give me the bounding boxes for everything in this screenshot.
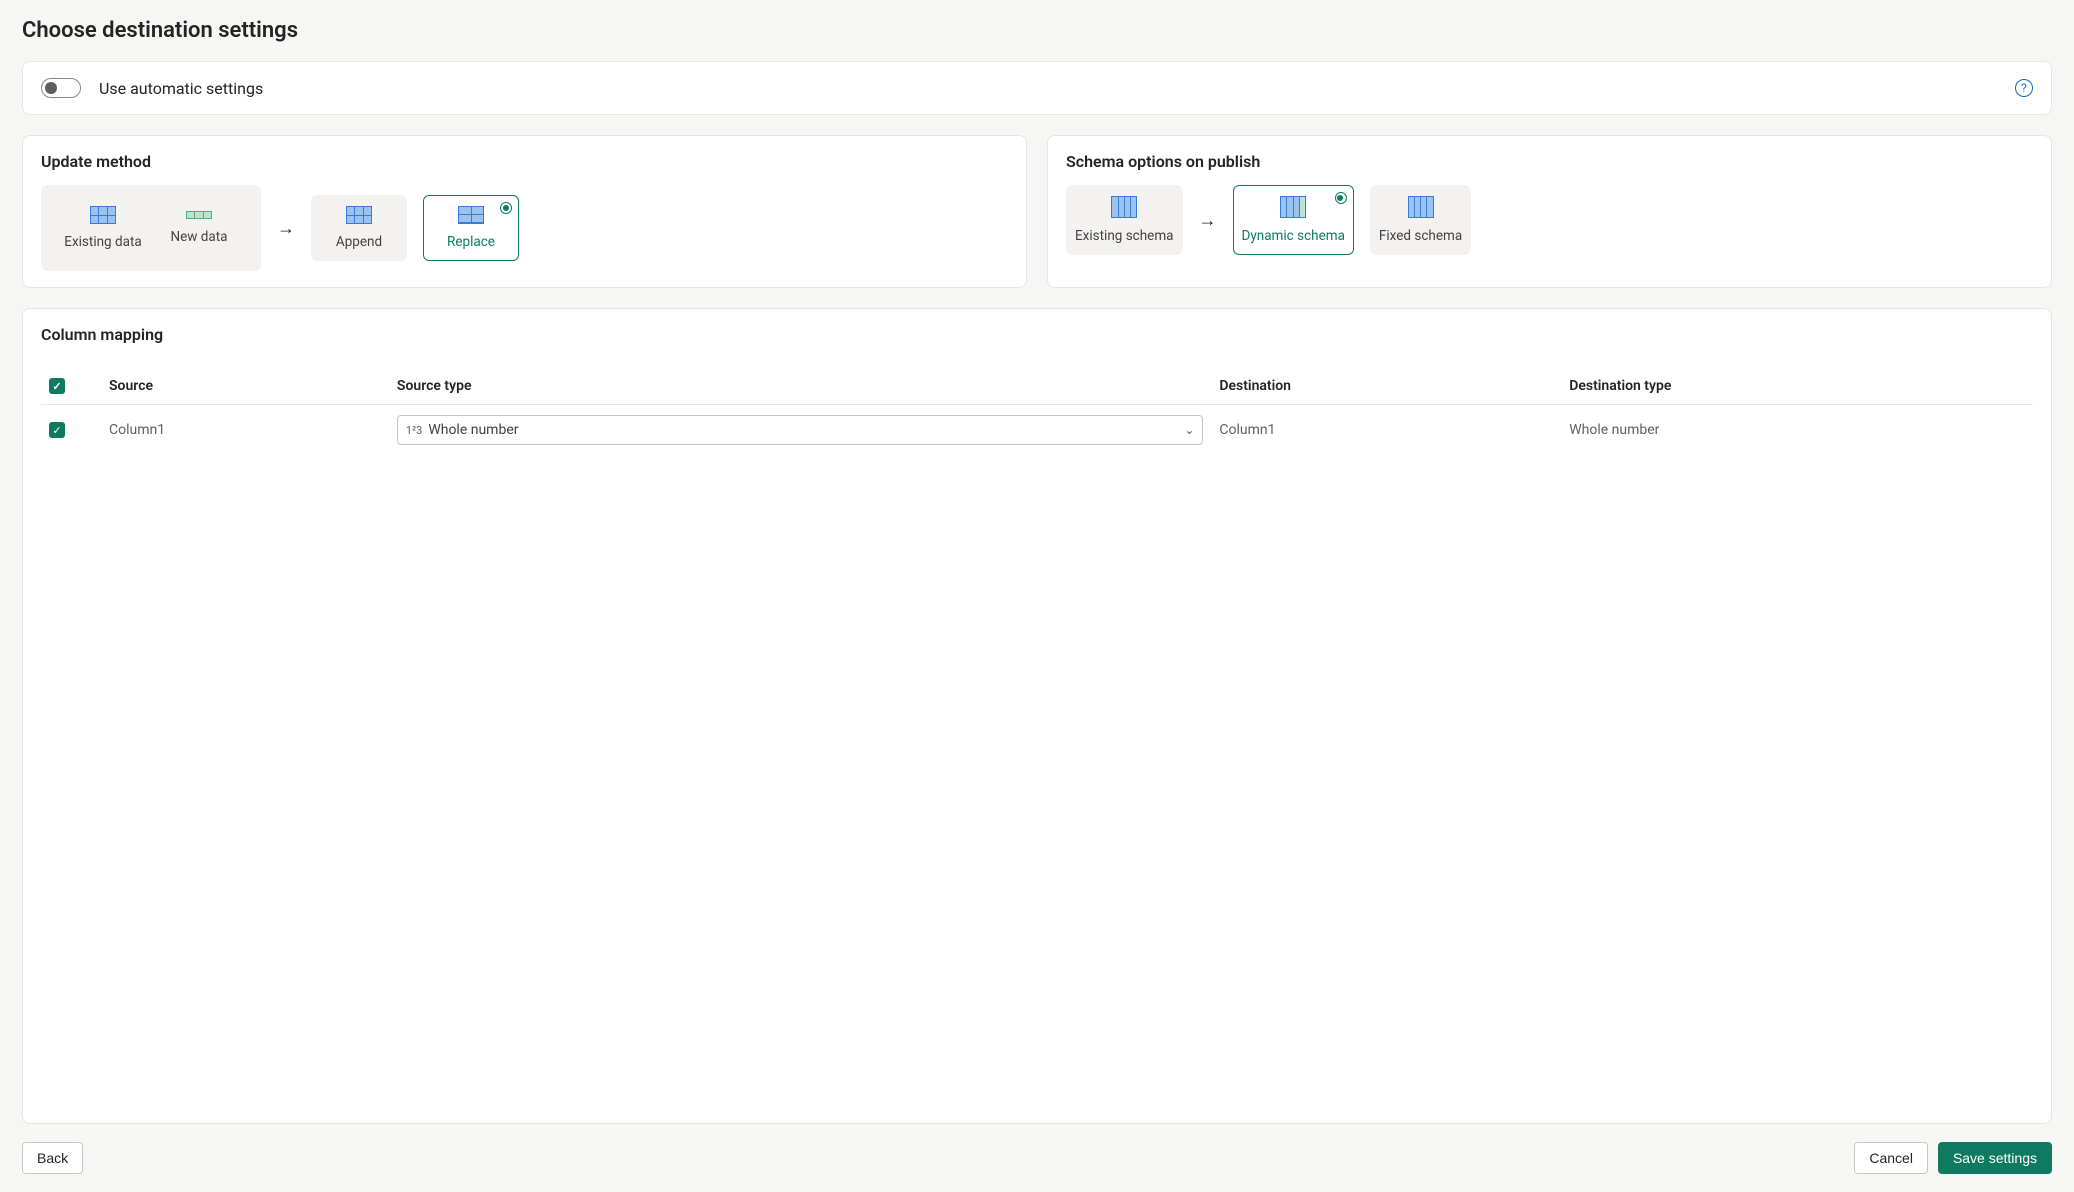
fixed-schema-label: Fixed schema	[1379, 228, 1462, 244]
source-type-select[interactable]: 1²3 Whole number ⌄	[397, 415, 1203, 445]
auto-settings-toggle[interactable]	[41, 78, 81, 98]
replace-option[interactable]: Replace	[423, 195, 519, 261]
table-row: ✓ Column1 1²3 Whole number ⌄ Column1	[41, 405, 2033, 456]
back-button[interactable]: Back	[22, 1142, 83, 1174]
existing-data-label: Existing data	[64, 234, 141, 250]
source-type-value: Whole number	[428, 422, 518, 438]
arrow-right-icon: →	[1199, 210, 1217, 231]
existing-data-tile: Existing data	[55, 195, 151, 261]
header-destination: Destination	[1211, 368, 1561, 405]
schema-options-card: Schema options on publish Existing schem…	[1047, 135, 2052, 288]
append-option[interactable]: Append	[311, 195, 407, 261]
cell-destination-type: Whole number	[1561, 405, 2033, 456]
header-source: Source	[101, 368, 389, 405]
header-destination-type: Destination type	[1561, 368, 2033, 405]
dynamic-schema-option[interactable]: Dynamic schema	[1233, 185, 1354, 255]
existing-data-icon	[90, 206, 116, 224]
fixed-schema-option[interactable]: Fixed schema	[1370, 185, 1471, 255]
save-settings-button[interactable]: Save settings	[1938, 1142, 2052, 1174]
column-mapping-card: Column mapping ✓ Source Source type Dest…	[22, 308, 2052, 1124]
cancel-button[interactable]: Cancel	[1854, 1142, 1928, 1174]
selected-radio-icon	[1335, 192, 1347, 204]
row-checkbox[interactable]: ✓	[49, 422, 65, 438]
header-source-type: Source type	[389, 368, 1211, 405]
cell-source: Column1	[101, 405, 389, 456]
new-data-icon	[186, 211, 212, 219]
existing-schema-icon	[1111, 196, 1137, 218]
page-title: Choose destination settings	[22, 18, 2052, 43]
update-method-title: Update method	[41, 152, 1008, 171]
number-type-icon: 1²3	[406, 424, 422, 437]
new-data-label: New data	[171, 229, 228, 245]
fixed-schema-icon	[1408, 196, 1434, 218]
new-data-tile: New data	[151, 195, 247, 261]
chevron-down-icon: ⌄	[1184, 423, 1194, 437]
footer: Back Cancel Save settings	[0, 1124, 2074, 1192]
auto-settings-label: Use automatic settings	[99, 79, 263, 98]
schema-options-title: Schema options on publish	[1066, 152, 2033, 171]
replace-icon	[458, 206, 484, 224]
dynamic-schema-icon	[1280, 196, 1306, 218]
arrow-right-icon: →	[277, 218, 295, 239]
existing-schema-tile: Existing schema	[1066, 185, 1183, 255]
column-mapping-table: ✓ Source Source type Destination Destina…	[41, 368, 2033, 455]
help-icon[interactable]: ?	[2015, 79, 2033, 97]
existing-schema-label: Existing schema	[1075, 228, 1174, 244]
dynamic-schema-label: Dynamic schema	[1242, 228, 1345, 244]
selected-radio-icon	[500, 202, 512, 214]
toggle-knob-icon	[45, 82, 57, 94]
cell-destination: Column1	[1211, 405, 1561, 456]
replace-label: Replace	[447, 234, 495, 250]
column-mapping-title: Column mapping	[41, 325, 2033, 344]
existing-new-data-group: Existing data New data	[41, 185, 261, 271]
append-label: Append	[336, 234, 382, 250]
update-method-card: Update method Existing data New data → A…	[22, 135, 1027, 288]
auto-settings-card: Use automatic settings ?	[22, 61, 2052, 115]
select-all-checkbox[interactable]: ✓	[49, 378, 65, 394]
append-icon	[346, 206, 372, 224]
